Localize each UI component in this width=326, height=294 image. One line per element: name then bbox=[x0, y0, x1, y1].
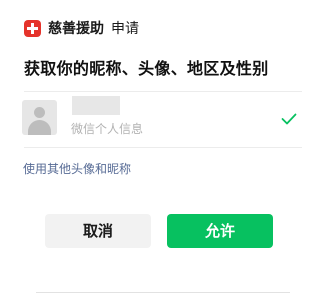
divider bbox=[24, 147, 302, 148]
nickname-placeholder bbox=[72, 96, 120, 115]
profile-info-label: 微信个人信息 bbox=[71, 122, 144, 136]
bottom-divider bbox=[36, 292, 290, 293]
default-avatar-icon[interactable] bbox=[22, 100, 57, 135]
page-title: 获取你的昵称、头像、地区及性别 bbox=[24, 59, 269, 78]
check-icon bbox=[281, 113, 297, 125]
use-other-profile-link[interactable]: 使用其他头像和昵称 bbox=[23, 161, 131, 178]
allow-button[interactable]: 允许 bbox=[167, 214, 273, 248]
app-name: 慈善援助 bbox=[48, 21, 104, 37]
request-label: 申请 bbox=[111, 21, 139, 37]
divider bbox=[24, 91, 302, 92]
cancel-button[interactable]: 取消 bbox=[45, 214, 151, 248]
app-logo-icon bbox=[24, 20, 41, 37]
